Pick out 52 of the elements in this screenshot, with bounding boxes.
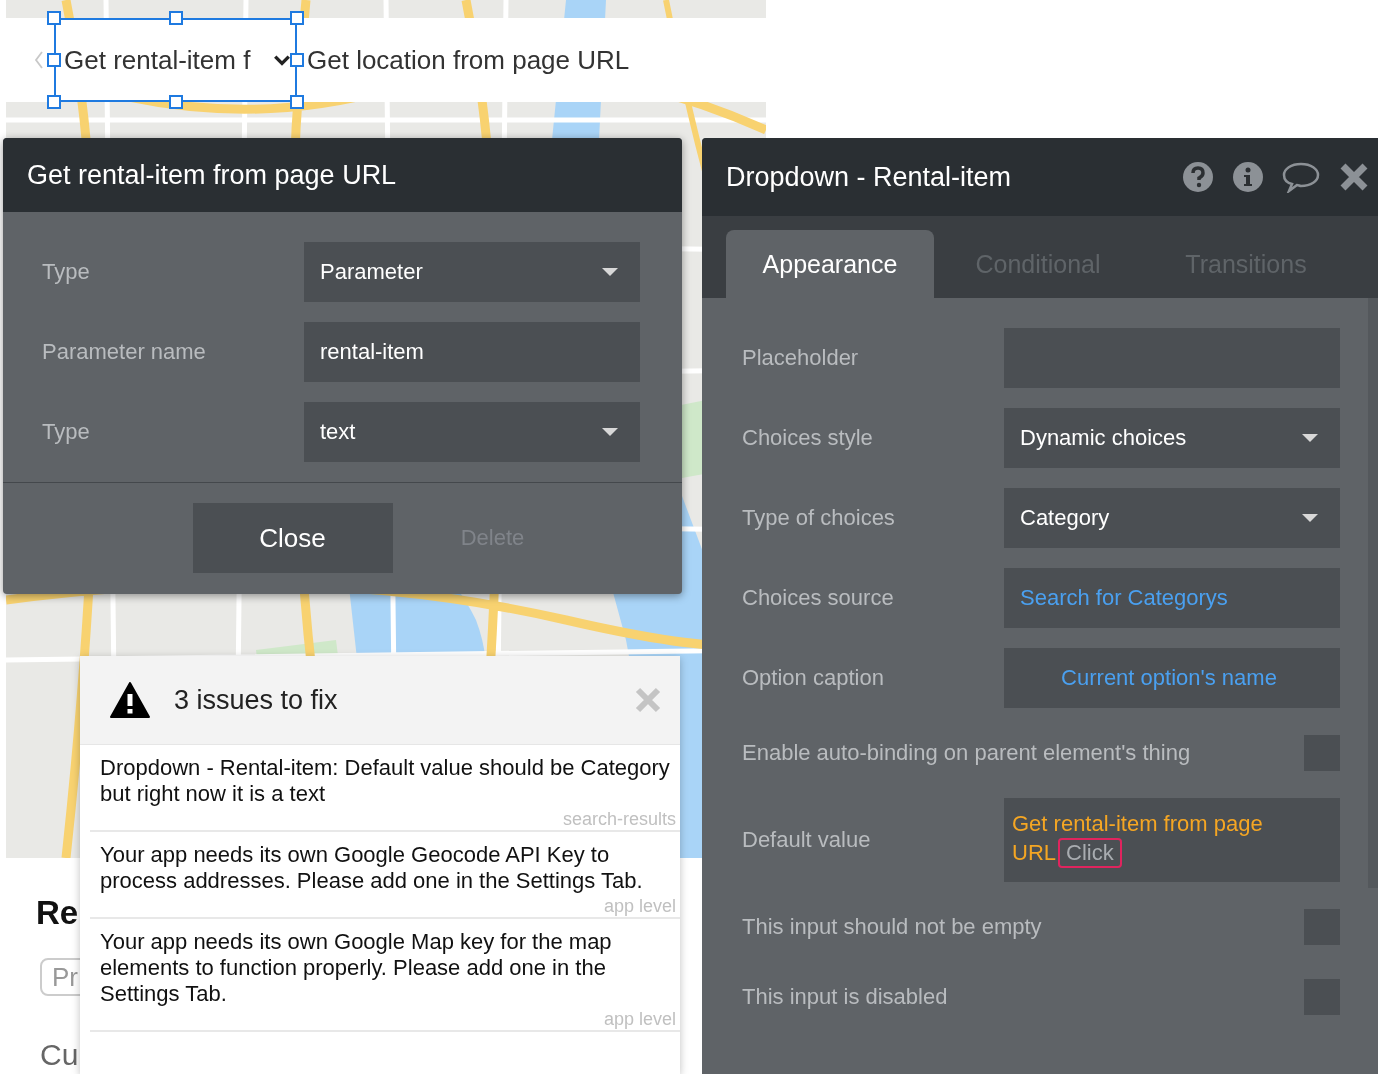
expression-field[interactable]: Get rental-item from page URL Click [1004,798,1340,882]
chevron-down-icon[interactable] [273,53,291,67]
field-label: Parameter name [41,339,207,365]
section-label: Cu [40,1038,79,1072]
warning-icon [110,682,150,718]
issue-message[interactable]: Your app needs its own Google Map key for the map elements to function properly. Please add one in the Settings Tab. [100,928,676,1007]
page-heading: Re [36,894,79,932]
dropdown-arrow-icon[interactable] [602,268,618,276]
resize-handle[interactable] [290,53,304,67]
click-button[interactable]: Click [1058,837,1122,868]
resize-handle[interactable] [47,95,61,109]
help-icon[interactable] [1182,161,1214,193]
property-label: This input should not be empty [742,914,1042,940]
resize-handle[interactable] [168,95,183,109]
popup-button[interactable]: Close [192,503,393,573]
issue-message[interactable]: Your app needs its own Google Geocode API Key to process addresses. Please add one in the Settings Tab. [100,841,676,894]
resize-handle[interactable] [47,11,61,25]
field-label: Type [41,419,91,445]
property-label: Enable auto-binding on parent element's thing [742,740,1191,766]
property-label: Default value [742,827,871,853]
dropdown[interactable]: text [304,402,640,462]
popup-title: Get rental-item from page URL [3,138,682,212]
issue-source: app level [602,1008,676,1030]
property-label: Choices source [742,585,894,611]
property-label: Placeholder [742,345,859,371]
dropdown[interactable]: Category [1004,488,1340,548]
tab[interactable]: Appearance [726,230,934,298]
comment-icon[interactable] [1282,161,1320,193]
field-label: Type [41,259,91,285]
issue-source: app level [602,895,676,917]
issue-source: search-results [561,808,676,830]
input-field[interactable]: rental-item [304,322,640,382]
dropdown-arrow-icon[interactable] [1302,514,1318,522]
resize-handle[interactable] [290,95,304,109]
dropdown-arrow-icon[interactable] [602,428,618,436]
issues-title: 3 issues to fix [174,684,338,716]
dropdown[interactable]: Dynamic choices [1004,408,1340,468]
close-icon[interactable] [1338,161,1370,193]
info-icon[interactable] [1232,161,1264,193]
issue-message[interactable]: Dropdown - Rental-item: Default value should be Category but right now it is a text [100,755,676,807]
dropdown-arrow-icon[interactable] [1302,434,1318,442]
scrollbar[interactable] [1368,298,1378,888]
property-label: This input is disabled [742,984,948,1010]
property-label: Option caption [742,665,884,691]
resize-handle[interactable] [47,53,61,67]
dropdown-option[interactable]: Get location from page URL [307,44,630,76]
panel-title: Dropdown - Rental-item [726,161,1012,193]
property-label: Choices style [742,425,873,451]
resize-handle[interactable] [290,11,304,25]
resize-handle[interactable] [168,11,183,25]
dropdown[interactable]: Parameter [304,242,640,302]
property-label: Type of choices [742,505,895,531]
